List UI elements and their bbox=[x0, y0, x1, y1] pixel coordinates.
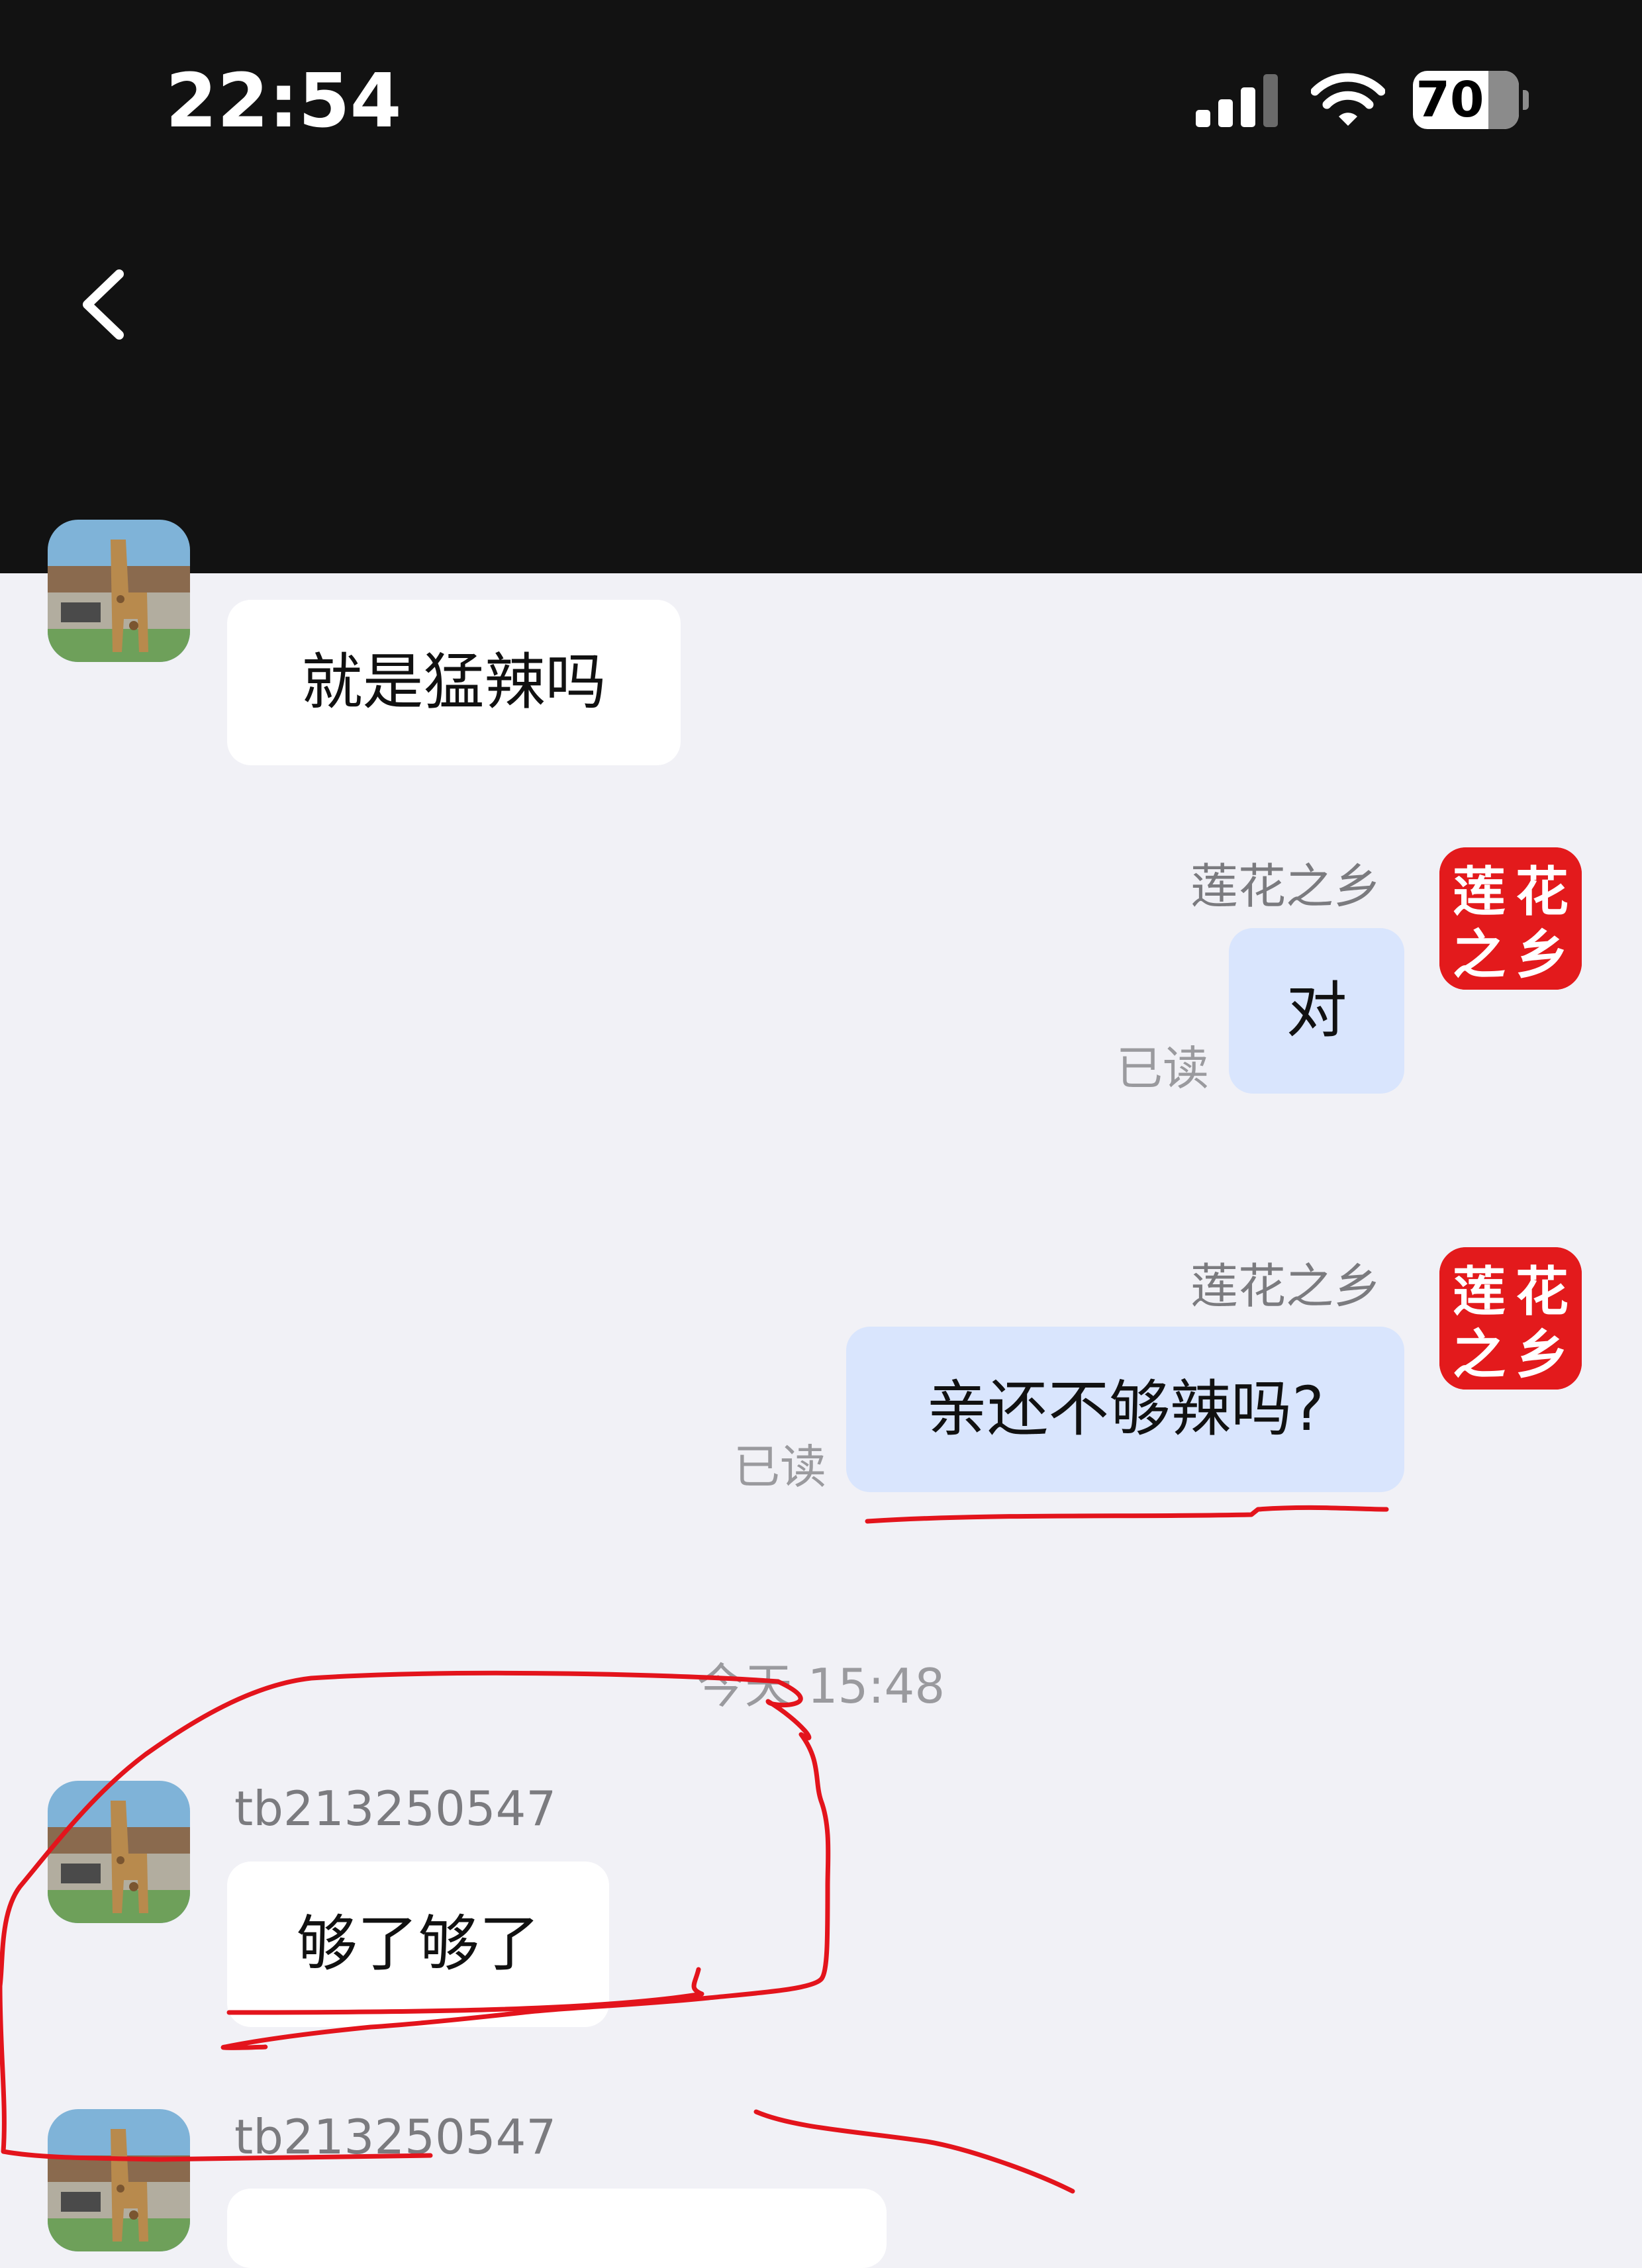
underline-stroke bbox=[865, 1505, 1389, 1524]
scribble-stroke bbox=[753, 2109, 1075, 2194]
circle-stroke bbox=[0, 1670, 781, 2162]
circle-stroke-right bbox=[220, 1679, 831, 2050]
red-annotation-overlay bbox=[0, 1505, 1389, 2194]
